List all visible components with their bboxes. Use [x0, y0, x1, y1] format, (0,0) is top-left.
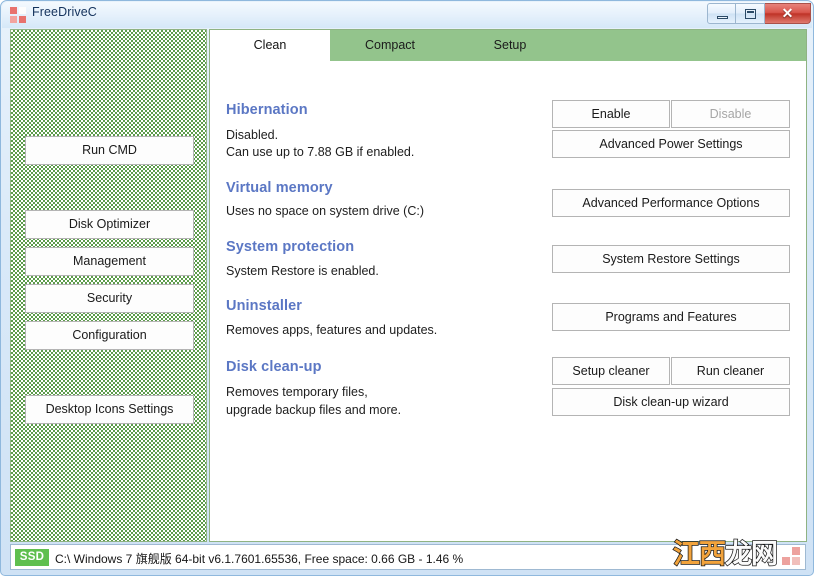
maximize-button[interactable]	[736, 3, 765, 24]
ssd-badge: SSD	[15, 549, 49, 566]
close-button[interactable]: ✕	[765, 3, 811, 24]
close-icon: ✕	[781, 5, 794, 21]
section-description: Disabled.	[226, 128, 279, 142]
sidebar-button-management[interactable]: Management	[25, 247, 194, 276]
sidebar-button-disk-optimizer[interactable]: Disk Optimizer	[25, 210, 194, 239]
section-heading-hibernation: Hibernation	[226, 102, 308, 118]
action-button-setup-cleaner[interactable]: Setup cleaner	[552, 357, 670, 385]
tab-clean[interactable]: Clean	[210, 30, 330, 61]
minimize-icon	[717, 16, 728, 19]
watermark-app-icon	[782, 547, 801, 566]
section-heading-system-protection: System protection	[226, 239, 355, 255]
application-window: FreeDriveC ✕ Run CMD Disk Optimizer Manage…	[0, 0, 814, 576]
section-description: System Restore is enabled.	[226, 264, 379, 278]
section-heading-disk-clean-up: Disk clean-up	[226, 359, 322, 375]
action-button-advanced-performance-options[interactable]: Advanced Performance Options	[552, 189, 790, 217]
sidebar-button-configuration[interactable]: Configuration	[25, 321, 194, 350]
maximize-icon	[745, 9, 756, 19]
app-grid-icon	[10, 7, 26, 23]
tab-bar: Clean Compact Setup	[210, 30, 806, 61]
action-button-system-restore-settings[interactable]: System Restore Settings	[552, 245, 790, 273]
section-description: Can use up to 7.88 GB if enabled.	[226, 145, 415, 159]
action-button-disk-clean-up-wizard[interactable]: Disk clean-up wizard	[552, 388, 790, 416]
status-bar-text: C:\ Windows 7 旗舰版 64-bit v6.1.7601.65536…	[55, 552, 464, 566]
section-heading-virtual-memory: Virtual memory	[226, 180, 333, 196]
window-title: FreeDriveC	[32, 5, 97, 19]
section-description: upgrade backup files and more.	[226, 403, 402, 417]
section-description: Removes apps, features and updates.	[226, 323, 438, 337]
section-heading-uninstaller: Uninstaller	[226, 298, 303, 314]
sidebar-button-security[interactable]: Security	[25, 284, 194, 313]
status-bar: SSD C:\ Windows 7 旗舰版 64-bit v6.1.7601.6…	[10, 544, 806, 570]
tab-setup[interactable]: Setup	[450, 30, 570, 61]
section-description: Removes temporary files,	[226, 385, 368, 399]
action-button-disable: Disable	[671, 100, 790, 128]
sidebar-button-run-cmd[interactable]: Run CMD	[25, 136, 194, 165]
action-button-programs-and-features[interactable]: Programs and Features	[552, 303, 790, 331]
tab-compact[interactable]: Compact	[330, 30, 450, 61]
sidebar: Run CMD Disk Optimizer Management Security C…	[10, 29, 207, 542]
title-bar: FreeDriveC ✕	[1, 1, 814, 28]
minimize-button[interactable]	[707, 3, 736, 24]
window-controls: ✕	[707, 3, 811, 24]
action-button-advanced-power-settings[interactable]: Advanced Power Settings	[552, 130, 790, 158]
sidebar-button-desktop-icons-settings[interactable]: Desktop Icons Settings	[25, 395, 194, 424]
action-button-enable[interactable]: Enable	[552, 100, 670, 128]
section-description: Uses no space on system drive (C:)	[226, 204, 424, 218]
action-button-run-cleaner[interactable]: Run cleaner	[671, 357, 790, 385]
